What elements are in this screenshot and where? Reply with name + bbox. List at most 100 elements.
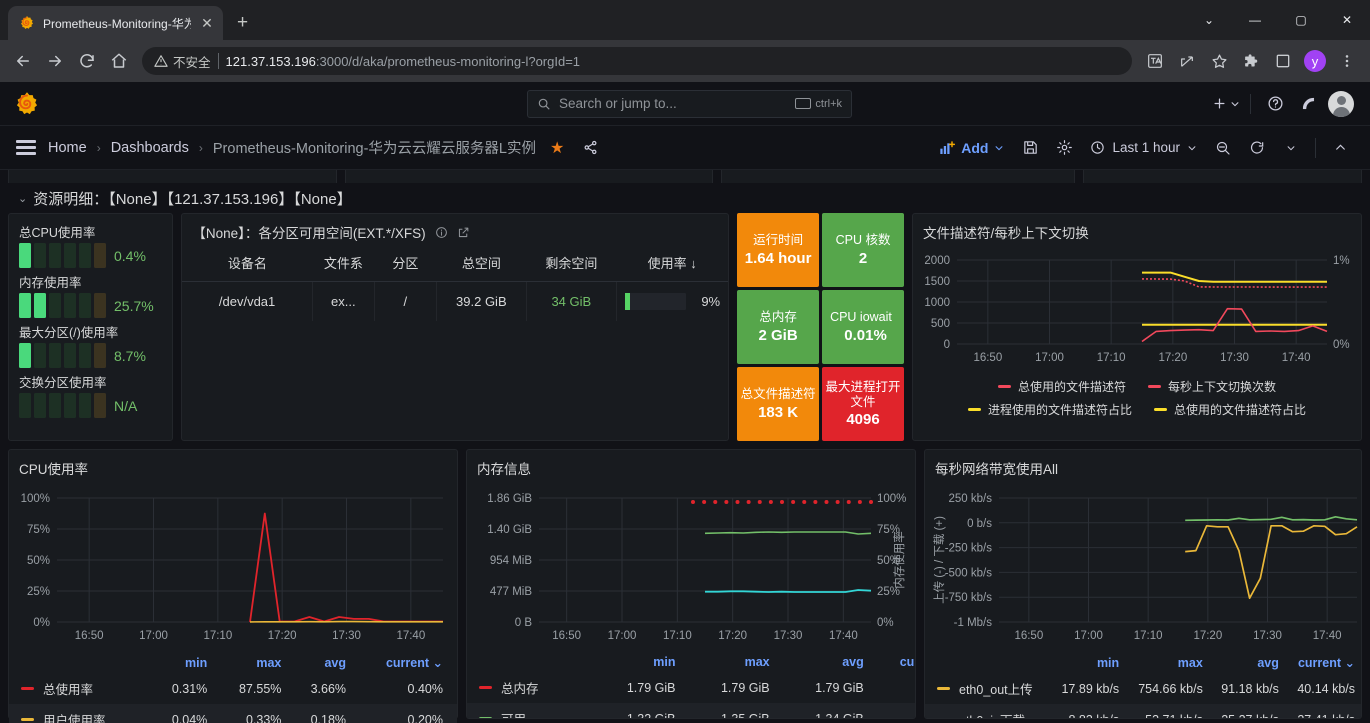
legend-header-avg[interactable]: avg [287,652,352,673]
help-icon[interactable] [1260,89,1290,119]
legend-header-current[interactable]: current ⌄ [352,652,457,673]
refresh-dashboard-icon[interactable] [1241,133,1273,163]
memory-info-panel[interactable]: 内存信息 0 B 477 MiB 954 MiB 1.40 GiB 1.86 GiB 0%… [466,449,916,719]
network-bandwidth-panel[interactable]: 每秒网络带宽使用All -1 Mb/s -750 kb/s -500 kb/s -25… [924,449,1362,719]
legend-item[interactable]: 进程使用的文件描述符占比 [967,401,1132,418]
file-descriptor-chart-panel[interactable]: 文件描述符/每秒上下文切换 0 500 1000 1500 2000 0% 1% 16:50 1… [912,213,1362,441]
legend-row[interactable]: eth0_out上传 17.89 kb/s 754.66 kb/s 91.18 … [925,673,1361,704]
news-feed-icon[interactable] [1293,89,1323,119]
security-warning[interactable]: 不安全 [154,52,211,71]
save-dashboard-icon[interactable] [1014,133,1046,163]
new-tab-button[interactable]: + [237,12,248,34]
breadcrumb-dashboards[interactable]: Dashboards [111,140,189,156]
resource-bargauge-panel[interactable]: 总CPU使用率 0.4% 内存使用率 25.7% 最大分区(/)使用率 8.7%… [8,213,174,441]
profile-avatar[interactable]: y [1300,46,1330,76]
legend-header-min[interactable]: min [587,652,681,672]
table-header-cell[interactable]: 文件系 [312,244,375,282]
dashboard-settings-gear-icon[interactable] [1048,133,1080,163]
window-maximize-button[interactable]: ▢ [1278,13,1324,27]
keyboard-icon [795,98,812,109]
translate-icon[interactable] [1140,46,1170,76]
legend-header-min[interactable]: min [149,652,214,673]
home-icon[interactable] [104,46,134,76]
address-bar[interactable]: 不安全 121.37.153.196:3000/d/aka/prometheus… [142,47,1132,75]
legend-row[interactable]: 用户使用率 0.04% 0.33% 0.18% 0.20% [9,704,457,723]
legend-item[interactable]: 每秒上下文切换次数 [1148,378,1276,395]
add-new-button[interactable] [1211,89,1241,119]
legend-header-current[interactable]: current ⌄ [1285,652,1361,673]
menu-toggle-icon[interactable] [14,136,38,159]
network-legend-table[interactable]: min max avg current ⌄ eth0_out上传 17.89 k… [925,652,1361,718]
legend-header-max[interactable]: max [1125,652,1209,673]
legend-item[interactable]: 总使用的文件描述符 [997,378,1126,395]
browser-tab[interactable]: Prometheus-Monitoring-华为云 ✕ [8,6,223,40]
stat-tile-max-open-files[interactable]: 最大进程打开文件 4096 [822,367,904,441]
forward-icon[interactable] [40,46,70,76]
stat-tile-uptime[interactable]: 运行时间 1.64 hour [737,213,820,287]
breadcrumb-home[interactable]: Home [48,140,87,156]
legend-row[interactable]: 总使用率 0.31% 87.55% 3.66% 0.40% [9,673,457,704]
time-range-picker[interactable]: Last 1 hour [1082,140,1205,155]
row-header[interactable]: ⌄ 资源明细：【None】【121.37.153.196】【None】 [8,183,1362,213]
disk-table[interactable]: 设备名 文件系 分区 总空间 剩余空间 使用率 ↓ /dev/vda1 ex..… [182,244,729,321]
window-close-button[interactable]: ✕ [1324,13,1370,27]
user-avatar[interactable] [1326,89,1356,119]
network-chart-svg[interactable]: -1 Mb/s -750 kb/s -500 kb/s -250 kb/s 0 b/s 2… [925,480,1362,652]
stat-tile-total-memory[interactable]: 总内存 2 GiB [737,290,820,364]
legend-header-max[interactable]: max [213,652,287,673]
collapse-toolbar-icon[interactable] [1324,133,1356,163]
table-header-cell[interactable]: 总空间 [436,244,527,282]
legend-header-max[interactable]: max [681,652,775,672]
stat-tile-cpu-cores[interactable]: CPU 核数 2 [822,213,904,287]
add-panel-button[interactable]: Add [931,140,1012,156]
info-icon[interactable] [435,226,448,239]
extensions-puzzle-icon[interactable] [1236,46,1266,76]
legend-row[interactable]: 可用 1.32 GiB 1.35 GiB 1.34 GiB 1. [467,703,915,718]
table-header-cell[interactable]: 使用率 ↓ [616,244,729,282]
table-header-cell[interactable]: 剩余空间 [526,244,617,282]
browser-menu-icon[interactable] [1332,46,1362,76]
clipped-panel[interactable] [720,170,1075,183]
share-dashboard-icon[interactable] [574,133,606,163]
clipped-panel[interactable] [345,170,713,183]
memory-legend-table[interactable]: min max avg curre 总内存 1.79 GiB 1.79 GiB … [467,652,915,718]
legend-item[interactable]: 总使用的文件描述符占比 [1154,401,1306,418]
refresh-interval-chevron-icon[interactable] [1275,133,1307,163]
reload-icon[interactable] [72,46,102,76]
fd-chart[interactable]: 0 500 1000 1500 2000 0% 1% 16:50 17:00 17:10 17:20… [913,244,1361,372]
bookmark-star-icon[interactable] [1204,46,1234,76]
disk-space-table-panel[interactable]: 【None】：各分区可用空间(EXT.*/XFS) 设备名 文件系 分区 总空间… [181,213,730,441]
clipped-panel[interactable] [8,170,338,183]
table-header-cell[interactable]: 分区 [374,244,437,282]
external-link-icon[interactable] [457,226,470,239]
legend-header-avg[interactable]: avg [776,652,870,672]
breadcrumb-current-dashboard[interactable]: Prometheus-Monitoring-华为云云耀云服务器L实例 [213,137,536,158]
clipped-panel[interactable] [1082,170,1362,183]
legend-header-current[interactable]: curre [870,652,915,672]
cpu-legend-table[interactable]: min max avg current ⌄ 总使用率 0.31% 87.55% … [9,652,457,723]
grafana-logo-icon[interactable] [14,91,40,117]
memory-chart-svg[interactable]: 0 B477 MiB954 MiB1.40 GiB1.86 GiB0%25%50… [467,480,915,652]
cpu-usage-panel[interactable]: CPU使用率 0% 25% 50% 75% 100% 16:50 17:00 17:10 17:… [8,449,458,723]
favorite-star-icon[interactable]: ★ [550,138,564,158]
tab-close-icon[interactable]: ✕ [199,16,215,30]
window-chevron-icon[interactable]: ⌄ [1186,13,1232,27]
legend-header-min[interactable]: min [1049,652,1125,673]
stat-tile-total-file-descriptors[interactable]: 总文件描述符 183 K [737,367,820,441]
row-collapse-chevron-icon[interactable]: ⌄ [18,192,27,205]
table-header-cell[interactable]: 设备名 [182,244,313,282]
window-minimize-button[interactable]: — [1232,13,1278,27]
search-input[interactable]: Search or jump to... ctrl+k [527,89,852,118]
table-row[interactable]: /dev/vda1 ex... / 39.2 GiB 34 GiB 9% [182,281,728,321]
svg-text:17:00: 17:00 [1074,630,1103,642]
share-icon[interactable] [1172,46,1202,76]
cpu-chart-svg[interactable]: 0% 25% 50% 75% 100% 16:50 17:00 17:10 17:20 17:30… [9,480,457,652]
legend-row[interactable]: eth0_in下载 8.83 kb/s 53.71 kb/s 25.27 kb/… [925,704,1361,718]
legend-header-avg[interactable]: avg [1209,652,1285,673]
stat-tile-cpu-iowait[interactable]: CPU iowait 0.01% [822,290,904,364]
zoom-out-time-icon[interactable] [1207,133,1239,163]
back-icon[interactable] [8,46,38,76]
legend-series-name: 用户使用率 [9,704,149,723]
legend-row[interactable]: 总内存 1.79 GiB 1.79 GiB 1.79 GiB 1. [467,672,915,703]
side-panel-icon[interactable] [1268,46,1298,76]
